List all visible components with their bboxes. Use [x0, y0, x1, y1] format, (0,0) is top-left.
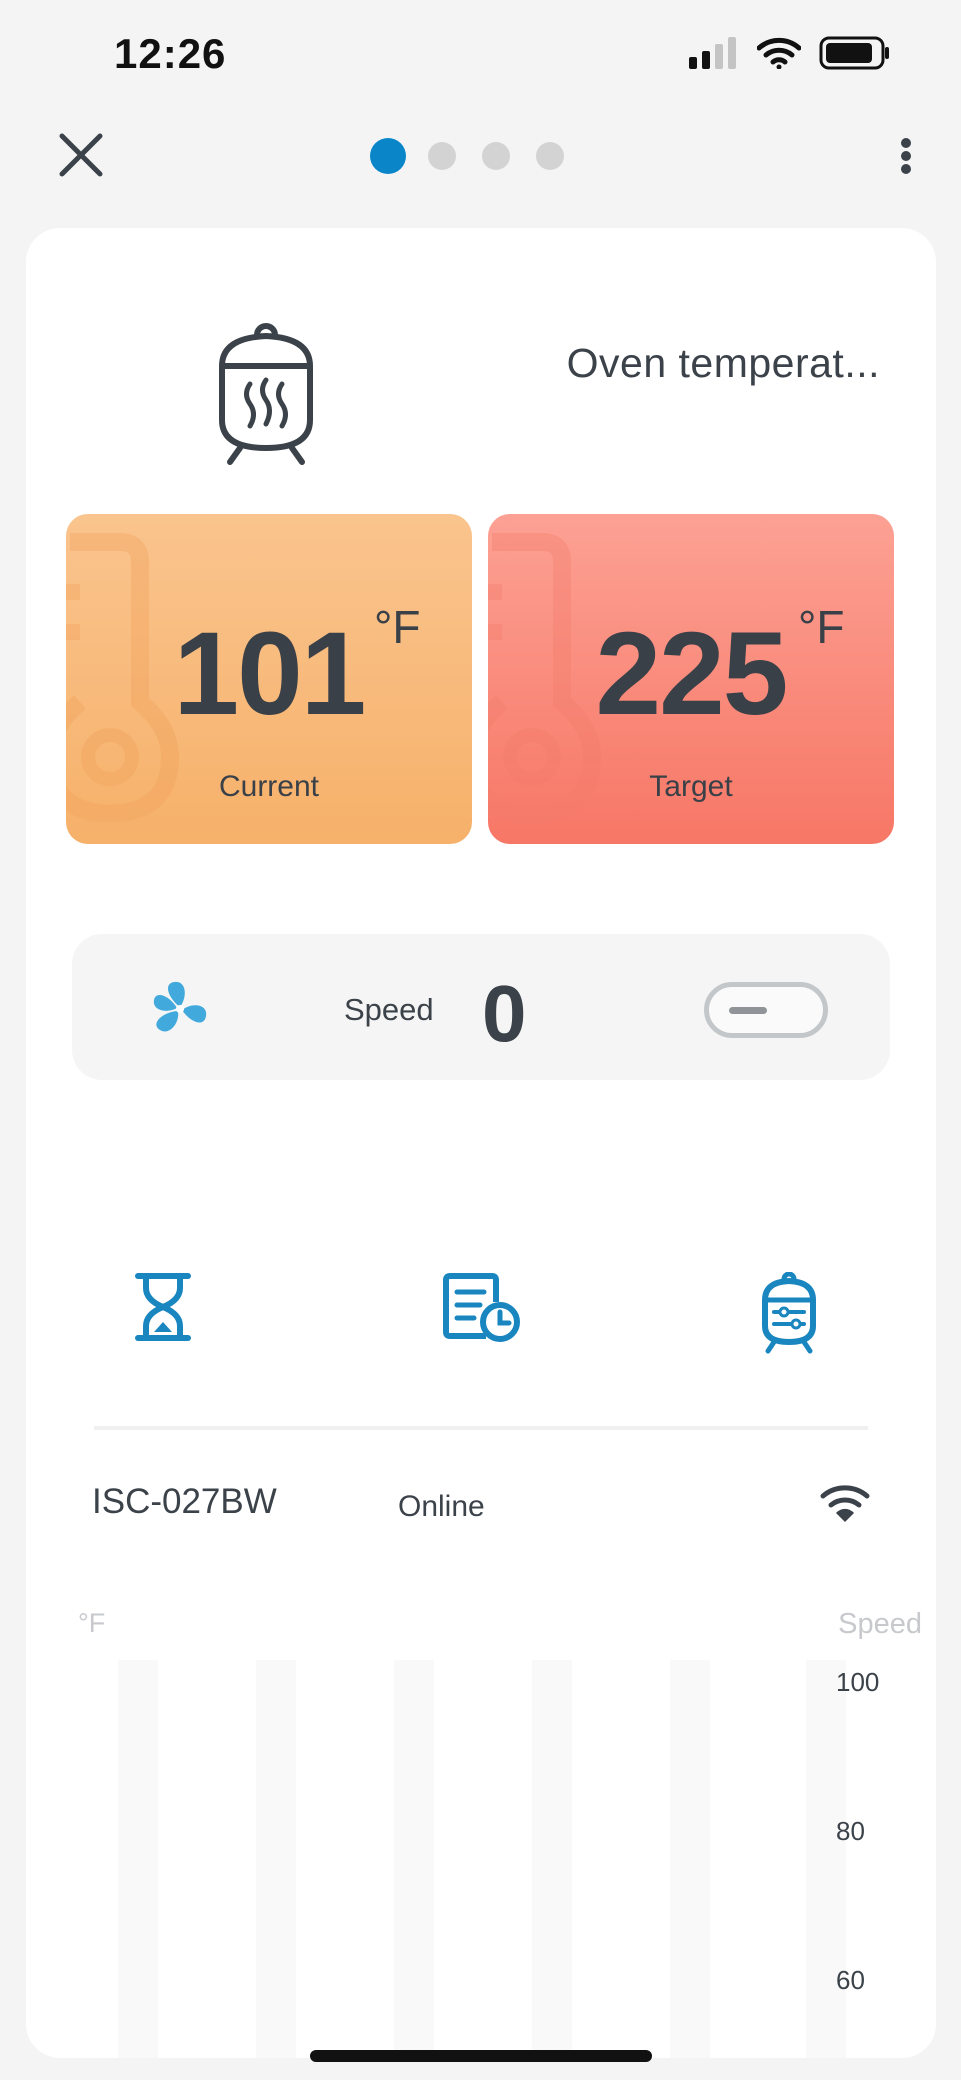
- current-temperature-tile: 101 °F Current: [66, 514, 472, 844]
- status-icons: [689, 36, 891, 70]
- grill-icon: [219, 323, 313, 465]
- chart-canvas: 100 80 60: [118, 1660, 879, 2058]
- speed-label: Speed: [344, 992, 434, 1027]
- grill-settings-button[interactable]: [760, 1271, 818, 1362]
- nav-bar: [0, 110, 961, 200]
- status-bar: 12:26: [0, 0, 961, 110]
- page-dot-1[interactable]: [370, 138, 406, 174]
- battery-icon: [819, 36, 889, 70]
- more-dot: [901, 138, 911, 148]
- device-id: ISC-027BW: [92, 1482, 277, 1521]
- wifi-icon: [820, 1485, 870, 1522]
- target-temperature-tile[interactable]: 225 °F Target: [488, 514, 894, 844]
- more-dot: [901, 151, 911, 161]
- target-temperature-label: Target: [649, 770, 733, 803]
- target-temperature-unit: °F: [798, 601, 845, 653]
- home-indicator: [310, 2050, 652, 2062]
- speed-value: 0: [482, 969, 527, 1058]
- wifi-status-icon: [757, 37, 801, 69]
- chart-right-tick-label: 100: [836, 1667, 879, 1697]
- main-card: Oven temperat... 101 °F Current 225 °F T…: [26, 228, 936, 2058]
- oven-temperature-title[interactable]: Oven temperat...: [567, 340, 880, 387]
- hourglass-icon: [135, 1273, 191, 1341]
- page-indicator: [370, 138, 564, 174]
- chart-grid-stripe: [118, 1660, 158, 2058]
- page-dot-3[interactable]: [482, 142, 510, 170]
- current-temperature-unit: °F: [374, 601, 421, 653]
- fan-icon: [153, 981, 207, 1032]
- device-status: Online: [398, 1490, 485, 1523]
- page-dot-4[interactable]: [536, 142, 564, 170]
- temperature-speed-chart: 100 80 60 °F Speed: [26, 1608, 936, 2058]
- divider: [94, 1426, 868, 1430]
- status-time: 12:26: [114, 30, 227, 77]
- action-icons-row: [26, 1271, 936, 1362]
- grill-settings-icon: [762, 1271, 816, 1354]
- chart-right-tick-label: 80: [836, 1816, 865, 1846]
- more-options-button[interactable]: [891, 134, 921, 178]
- cook-log-button[interactable]: [442, 1272, 522, 1362]
- timer-button[interactable]: [134, 1272, 192, 1362]
- chart-grid-stripe: [256, 1660, 296, 2058]
- current-temperature-label: Current: [218, 770, 320, 803]
- speed-toggle[interactable]: [704, 982, 828, 1038]
- cellular-signal-icon: [689, 37, 736, 69]
- close-button[interactable]: [58, 132, 104, 178]
- chart-right-tick-label: 60: [836, 1965, 865, 1995]
- chart-grid-stripe: [394, 1660, 434, 2058]
- chart-grid-stripe: [532, 1660, 572, 2058]
- fan-speed-row: Speed 0: [72, 934, 890, 1080]
- close-icon: [59, 133, 103, 177]
- chart-left-unit: °F: [78, 1608, 106, 1638]
- chart-right-unit: Speed: [838, 1608, 922, 1640]
- more-dot: [901, 164, 911, 174]
- toggle-knob: [729, 1007, 767, 1014]
- schedule-document-icon: [443, 1273, 520, 1342]
- chart-grid-stripe: [670, 1660, 710, 2058]
- page-dot-2[interactable]: [428, 142, 456, 170]
- chart-grid-stripe: [806, 1660, 846, 2058]
